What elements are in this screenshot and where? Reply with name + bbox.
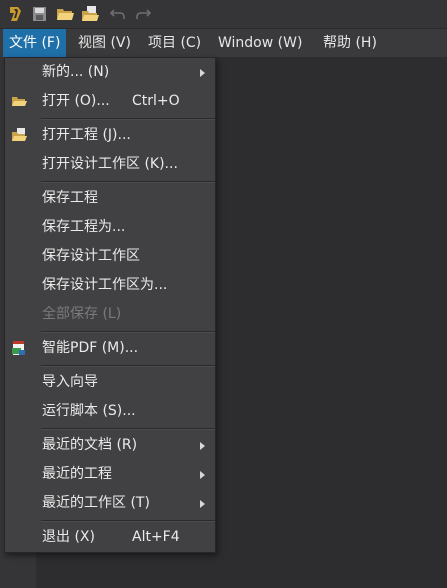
menu-window[interactable]: Window (W) [212,29,308,57]
menu-item-label: 保存工程为... [42,219,126,235]
menu-item-label: 打开工程 (J)... [42,127,131,143]
open-project-icon[interactable] [80,4,100,24]
menu-item-label: 退出 (X) [42,529,95,545]
menu-item-label: 导入向导 [42,374,98,390]
menu-item-save-workspace[interactable]: 保存设计工作区 [5,242,215,271]
menu-item-exit[interactable]: 退出 (X) Alt+F4 [5,523,215,552]
menu-item-label: 打开设计工作区 (K)... [42,156,178,172]
open-project-icon [12,128,27,141]
menu-item-run-script[interactable]: 运行脚本 (S)... [5,397,215,426]
menu-separator [41,428,215,430]
open-folder-icon [12,97,27,106]
submenu-arrow-icon [200,69,205,77]
submenu-arrow-icon [200,500,205,508]
menu-item-save-all: 全部保存 (L) [5,300,215,329]
menu-item-label: 最近的工程 [42,466,112,482]
shortcut-label: Alt+F4 [132,529,180,545]
menu-item-label: 保存工程 [42,190,98,206]
toolbar [0,0,447,29]
menu-bar: 文件 (F) 视图 (V) 项目 (C) Window (W) 帮助 (H) [0,29,447,57]
menu-item-save-project[interactable]: 保存工程 [5,184,215,213]
menu-file[interactable]: 文件 (F) [3,29,67,57]
menu-item-save-workspace-as[interactable]: 保存设计工作区为... [5,271,215,300]
menu-item-open-project[interactable]: 打开工程 (J)... [5,121,215,150]
menu-view[interactable]: 视图 (V) [72,29,137,57]
menu-item-recent-documents[interactable]: 最近的文档 (R) [5,431,215,460]
menu-item-label: 运行脚本 (S)... [42,403,136,419]
file-menu-dropdown: 新的... (N) 打开 (O)... Ctrl+O 打开工程 (J)... 打… [4,57,216,553]
undo-icon[interactable] [108,4,128,24]
menu-item-label: 保存设计工作区为... [42,277,168,293]
menu-item-open-workspace[interactable]: 打开设计工作区 (K)... [5,150,215,179]
menu-item-import-wizard[interactable]: 导入向导 [5,368,215,397]
smart-pdf-icon [12,341,25,355]
menu-item-smart-pdf[interactable]: 智能PDF (M)... [5,334,215,363]
shortcut-label: Ctrl+O [132,93,180,109]
menu-separator [41,181,215,183]
save-icon[interactable] [30,4,50,24]
menu-item-label: 新的... (N) [42,64,110,80]
menu-project[interactable]: 项目 (C) [142,29,207,57]
menu-item-label: 全部保存 (L) [42,306,122,322]
menu-item-label: 保存设计工作区 [42,248,140,264]
menu-item-recent-workspaces[interactable]: 最近的工作区 (T) [5,489,215,518]
submenu-arrow-icon [200,442,205,450]
app-logo-icon[interactable] [5,4,25,24]
menu-item-new[interactable]: 新的... (N) [5,58,215,87]
menu-item-label: 最近的文档 (R) [42,437,138,453]
redo-icon[interactable] [133,4,153,24]
menu-separator [41,365,215,367]
menu-separator [41,331,215,333]
menu-separator [41,520,215,522]
menu-item-save-project-as[interactable]: 保存工程为... [5,213,215,242]
menu-help[interactable]: 帮助 (H) [317,29,383,57]
submenu-arrow-icon [200,471,205,479]
menu-item-open[interactable]: 打开 (O)... Ctrl+O [5,87,215,116]
open-folder-icon[interactable] [55,4,75,24]
menu-item-label: 智能PDF (M)... [42,340,139,356]
menu-separator [41,118,215,120]
menu-item-label: 最近的工作区 (T) [42,495,150,511]
menu-item-label: 打开 (O)... [42,93,110,109]
menu-item-recent-projects[interactable]: 最近的工程 [5,460,215,489]
